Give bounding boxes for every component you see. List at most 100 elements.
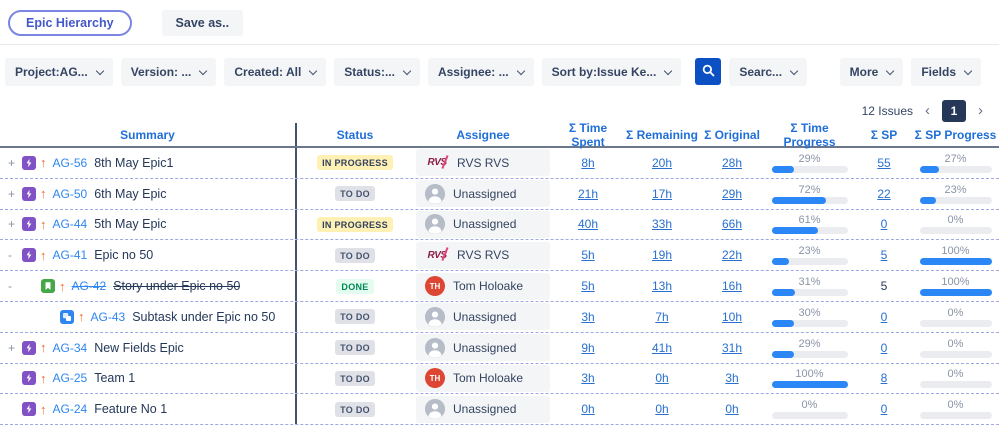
original-link[interactable]: 22h bbox=[722, 248, 742, 262]
status-badge: IN PROGRESS bbox=[317, 217, 393, 232]
issue-key-link[interactable]: AG-42 bbox=[72, 279, 107, 293]
time-spent-link[interactable]: 5h bbox=[581, 279, 594, 293]
sp-link[interactable]: 8 bbox=[881, 371, 888, 385]
time-spent-cell: 9h bbox=[553, 333, 623, 363]
remaining-link[interactable]: 19h bbox=[652, 248, 672, 262]
sp-cell: 5 bbox=[856, 240, 912, 270]
sp-cell: 5 bbox=[856, 271, 912, 301]
next-page-icon[interactable]: › bbox=[978, 103, 983, 118]
sp-link[interactable]: 0 bbox=[881, 402, 888, 416]
sp-link[interactable]: 5 bbox=[881, 248, 888, 262]
original-link[interactable]: 29h bbox=[722, 187, 742, 201]
time-spent-link[interactable]: 40h bbox=[578, 217, 598, 231]
filter-status[interactable]: Status:... bbox=[334, 58, 420, 86]
sp-link[interactable]: 55 bbox=[877, 156, 890, 170]
expand-toggle[interactable]: + bbox=[8, 187, 22, 201]
remaining-link[interactable]: 17h bbox=[652, 187, 672, 201]
save-as-button[interactable]: Save as.. bbox=[162, 10, 244, 36]
assignee-pill[interactable]: Unassigned bbox=[416, 396, 550, 423]
column-header-sp[interactable]: Σ SP bbox=[856, 128, 912, 142]
expand-toggle[interactable]: + bbox=[8, 217, 22, 231]
filter-assignee-label: Assignee: ... bbox=[438, 65, 509, 79]
remaining-link[interactable]: 7h bbox=[655, 310, 668, 324]
expand-toggle[interactable]: - bbox=[8, 248, 22, 262]
time-spent-link[interactable]: 3h bbox=[581, 310, 594, 324]
issue-key-link[interactable]: AG-43 bbox=[91, 310, 126, 324]
assignee-pill[interactable]: Unassigned bbox=[416, 334, 550, 361]
time-progress-cell: 0% bbox=[763, 394, 856, 424]
filter-created[interactable]: Created: All bbox=[224, 58, 326, 86]
issue-key-link[interactable]: AG-24 bbox=[53, 402, 88, 416]
priority-up-icon: ↑ bbox=[40, 217, 47, 232]
status-badge: TO DO bbox=[335, 402, 375, 417]
epic-hierarchy-view-button[interactable]: Epic Hierarchy bbox=[8, 10, 132, 36]
page-number[interactable]: 1 bbox=[942, 100, 966, 122]
prev-page-icon[interactable]: ‹ bbox=[925, 103, 930, 118]
expand-toggle[interactable]: + bbox=[8, 156, 22, 170]
column-header-sp-progress[interactable]: Σ SP Progress bbox=[912, 128, 999, 142]
column-header-remaining[interactable]: Σ Remaining bbox=[623, 128, 701, 142]
column-header-original[interactable]: Σ Original bbox=[701, 128, 763, 142]
remaining-link[interactable]: 33h bbox=[652, 217, 672, 231]
issue-key-link[interactable]: AG-25 bbox=[53, 371, 88, 385]
assignee-pill[interactable]: Unassigned bbox=[416, 303, 550, 330]
filter-version-label: Version: ... bbox=[131, 65, 192, 79]
assignee-pill[interactable]: Unassigned bbox=[416, 180, 550, 207]
remaining-link[interactable]: 13h bbox=[652, 279, 672, 293]
sp-progress-label: 100% bbox=[941, 276, 969, 288]
expand-toggle[interactable]: - bbox=[8, 279, 22, 293]
column-header-summary[interactable]: Summary bbox=[0, 123, 297, 146]
more-menu-button[interactable]: More bbox=[840, 58, 904, 86]
assignee-pill[interactable]: Unassigned bbox=[416, 211, 550, 238]
table-row: ↑ AG-43 Subtask under Epic no 50 TO DO U… bbox=[0, 302, 999, 333]
expand-toggle[interactable]: + bbox=[8, 341, 22, 355]
epic-icon bbox=[22, 248, 36, 262]
filter-sort[interactable]: Sort by:Issue Ke... bbox=[542, 58, 682, 86]
filter-search[interactable]: Searc... bbox=[729, 58, 807, 86]
original-link[interactable]: 31h bbox=[722, 341, 742, 355]
issue-key-link[interactable]: AG-34 bbox=[53, 341, 88, 355]
remaining-cell: 17h bbox=[623, 179, 701, 209]
sp-link[interactable]: 0 bbox=[881, 341, 888, 355]
column-header-status[interactable]: Status bbox=[297, 128, 413, 142]
original-link[interactable]: 0h bbox=[725, 402, 738, 416]
time-spent-link[interactable]: 9h bbox=[581, 341, 594, 355]
issue-key-link[interactable]: AG-56 bbox=[53, 156, 88, 170]
assignee-pill[interactable]: TH Tom Holoake bbox=[416, 365, 550, 392]
assignee-pill[interactable]: RVS RVS RVS bbox=[416, 149, 550, 176]
search-button[interactable] bbox=[695, 58, 721, 85]
remaining-link[interactable]: 41h bbox=[652, 341, 672, 355]
fields-menu-button[interactable]: Fields bbox=[911, 58, 981, 86]
filter-assignee[interactable]: Assignee: ... bbox=[428, 58, 534, 86]
remaining-link[interactable]: 20h bbox=[652, 156, 672, 170]
assignee-pill[interactable]: RVS RVS RVS bbox=[416, 242, 550, 269]
filter-search-label: Searc... bbox=[739, 65, 782, 79]
column-header-time-progress[interactable]: Σ Time Progress bbox=[763, 121, 856, 149]
column-header-time-spent[interactable]: Σ Time Spent bbox=[553, 121, 623, 149]
sp-link[interactable]: 22 bbox=[877, 187, 890, 201]
time-spent-link[interactable]: 8h bbox=[581, 156, 594, 170]
sp-link[interactable]: 0 bbox=[881, 310, 888, 324]
status-badge: TO DO bbox=[335, 248, 375, 263]
remaining-link[interactable]: 0h bbox=[655, 371, 668, 385]
filter-project[interactable]: Project:AG... bbox=[5, 58, 113, 86]
time-spent-link[interactable]: 3h bbox=[581, 371, 594, 385]
issue-key-link[interactable]: AG-50 bbox=[53, 187, 88, 201]
assignee-pill[interactable]: TH Tom Holoake bbox=[416, 273, 550, 300]
original-link[interactable]: 3h bbox=[725, 371, 738, 385]
remaining-link[interactable]: 0h bbox=[655, 402, 668, 416]
original-link[interactable]: 28h bbox=[722, 156, 742, 170]
original-link[interactable]: 10h bbox=[722, 310, 742, 324]
time-spent-link[interactable]: 21h bbox=[578, 187, 598, 201]
original-link[interactable]: 16h bbox=[722, 279, 742, 293]
issue-summary: Subtask under Epic no 50 bbox=[132, 310, 275, 324]
column-header-assignee[interactable]: Assignee bbox=[413, 128, 553, 142]
time-spent-link[interactable]: 5h bbox=[581, 248, 594, 262]
issue-key-link[interactable]: AG-44 bbox=[53, 217, 88, 231]
status-cell: IN PROGRESS bbox=[297, 210, 413, 240]
original-link[interactable]: 66h bbox=[722, 217, 742, 231]
sp-link[interactable]: 0 bbox=[881, 217, 888, 231]
time-spent-link[interactable]: 0h bbox=[581, 402, 594, 416]
filter-version[interactable]: Version: ... bbox=[121, 58, 217, 86]
issue-key-link[interactable]: AG-41 bbox=[53, 248, 88, 262]
